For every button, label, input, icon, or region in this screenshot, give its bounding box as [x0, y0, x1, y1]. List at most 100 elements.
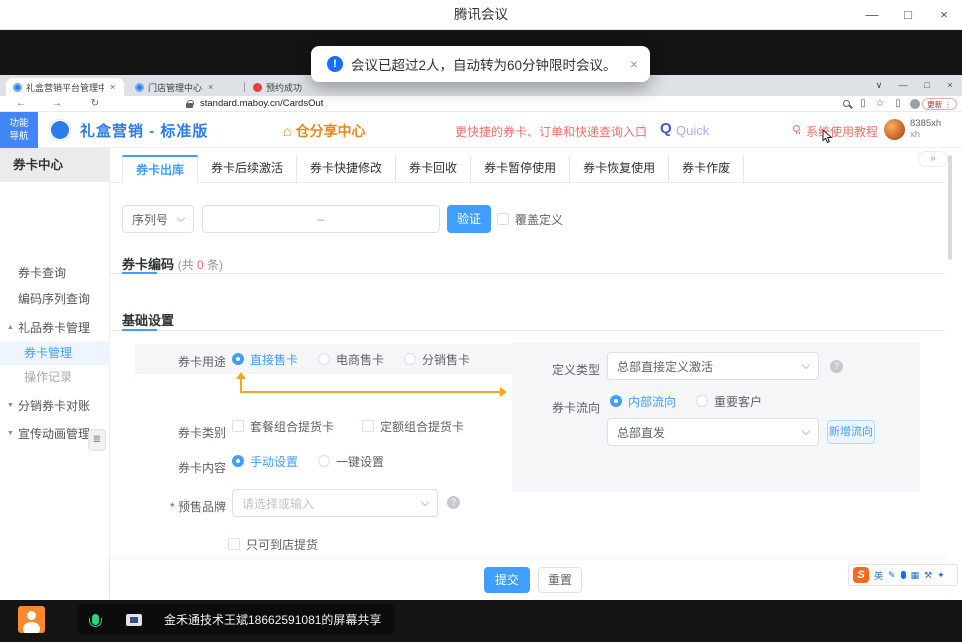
tab-card-quick-edit[interactable]: 券卡快捷修改: [297, 155, 396, 183]
refresh-icon[interactable]: ↻: [88, 96, 102, 112]
tab-card-recycle[interactable]: 券卡回收: [396, 155, 471, 183]
radio-checked-icon[interactable]: [232, 455, 244, 467]
ime-mic-icon[interactable]: [901, 571, 906, 579]
submit-button[interactable]: 提交: [484, 567, 530, 593]
close-icon[interactable]: ×: [936, 7, 952, 22]
tab-card-outbound[interactable]: 券卡出库: [122, 155, 198, 183]
quick-search-label[interactable]: Quick: [676, 123, 709, 138]
radio-checked-icon[interactable]: [610, 395, 622, 407]
presale-brand-select[interactable]: 请选择或输入: [232, 489, 438, 517]
tabs-more-button[interactable]: »: [918, 151, 948, 167]
quick-entry-link[interactable]: 更快捷的券卡、订单和快递查询入口: [455, 123, 647, 140]
ime-toolbox-icon[interactable]: ⚒: [924, 570, 932, 581]
store-only-label[interactable]: 只可到店提货: [246, 536, 318, 553]
sidebar-item-operation-log[interactable]: 操作记录: [0, 365, 110, 389]
scrollbar-thumb[interactable]: [948, 155, 952, 260]
usage-option-label[interactable]: 直接售卡: [250, 351, 298, 368]
checkbox-icon[interactable]: [232, 420, 244, 432]
zoom-icon[interactable]: [843, 100, 850, 107]
minimize-icon[interactable]: —: [864, 7, 880, 22]
share-center-link[interactable]: ⌂ 仓分享中心: [283, 121, 365, 141]
add-flow-button[interactable]: 新增流向: [827, 420, 875, 444]
sidebar-item-label: 分销券卡对账: [18, 399, 90, 413]
ime-skin-icon[interactable]: ✦: [937, 570, 945, 581]
serial-type-select[interactable]: 序列号: [122, 205, 194, 233]
forward-icon[interactable]: →: [50, 96, 64, 112]
radio-icon[interactable]: [318, 353, 330, 365]
radio-checked-icon[interactable]: [232, 353, 244, 365]
browser-maximize-icon[interactable]: □: [918, 75, 936, 96]
category-option-label[interactable]: 套餐组合提货卡: [250, 418, 334, 435]
content-option-oneclick[interactable]: 一键设置: [318, 453, 384, 470]
url-field[interactable]: standard.maboy.cn/CardsOut: [200, 96, 323, 112]
content-option-label[interactable]: 一键设置: [336, 453, 384, 470]
flow-option-internal[interactable]: 内部流向: [610, 393, 676, 410]
maximize-icon[interactable]: □: [900, 7, 916, 22]
tab-search-chevron-icon[interactable]: ∨: [870, 75, 888, 96]
browser-tab-2[interactable]: 门店管理中心 ×: [128, 78, 242, 96]
usage-option-direct[interactable]: 直接售卡: [232, 351, 298, 368]
flow-option-label[interactable]: 内部流向: [628, 393, 676, 410]
sidebar-item-distribution-reconciliation[interactable]: ▼ 分销券卡对账: [0, 394, 110, 418]
flow-option-vip[interactable]: 重要客户: [696, 393, 762, 410]
tab-close-icon[interactable]: ×: [208, 82, 213, 92]
browser-tab-title: 礼盒营销平台管理中心: [26, 81, 104, 94]
usage-option-label[interactable]: 电商售卡: [336, 351, 384, 368]
tab-close-icon[interactable]: ×: [110, 82, 115, 92]
section-divider: [110, 273, 945, 274]
category-option-label[interactable]: 定额组合提货卡: [380, 418, 464, 435]
notification-close-icon[interactable]: ×: [630, 56, 638, 72]
sidebar-item-card-management[interactable]: 券卡管理: [0, 341, 110, 365]
user-avatar[interactable]: [884, 119, 905, 140]
define-type-select[interactable]: 总部直接定义激活: [607, 352, 819, 380]
radio-icon[interactable]: [404, 353, 416, 365]
sidebar-item-card-query[interactable]: 券卡查询: [0, 261, 110, 285]
content-option-manual[interactable]: 手动设置: [232, 453, 298, 470]
sogou-logo-icon[interactable]: S: [853, 567, 869, 583]
nav-toggle-button[interactable]: 功能 导航: [0, 112, 38, 148]
browser-minimize-icon[interactable]: —: [894, 75, 912, 96]
category-option-combo[interactable]: 套餐组合提货卡: [232, 418, 334, 435]
tab-card-suspend[interactable]: 券卡暂停使用: [471, 155, 570, 183]
usage-option-distribution[interactable]: 分销售卡: [404, 351, 470, 368]
checkbox-icon[interactable]: [362, 420, 374, 432]
flow-option-label[interactable]: 重要客户: [714, 393, 762, 410]
flow-select[interactable]: 总部直发: [607, 418, 819, 446]
tab-card-restore[interactable]: 券卡恢复使用: [570, 155, 669, 183]
ime-language-icon[interactable]: 英: [874, 569, 883, 582]
tutorial-link[interactable]: 系统使用教程: [806, 123, 878, 140]
usage-option-ecommerce[interactable]: 电商售卡: [318, 351, 384, 368]
presale-help-icon[interactable]: ?: [447, 496, 460, 509]
serial-range-input[interactable]: –: [202, 205, 440, 233]
more-vert-icon: ⋮: [944, 100, 952, 109]
verify-button[interactable]: 验证: [447, 205, 491, 233]
connector-horizontal-line: [240, 391, 502, 393]
usage-option-label[interactable]: 分销售卡: [422, 351, 470, 368]
radio-icon[interactable]: [318, 455, 330, 467]
sidebar-item-gift-card-management[interactable]: ▲ 礼品券卡管理: [0, 316, 110, 340]
browser-update-button[interactable]: 更新 ⋮: [922, 98, 957, 110]
store-only-checkbox[interactable]: [228, 538, 240, 550]
radio-icon[interactable]: [696, 395, 708, 407]
override-checkbox[interactable]: [497, 213, 509, 225]
category-option-fixed[interactable]: 定额组合提货卡: [362, 418, 464, 435]
quick-search-q[interactable]: Q: [660, 120, 672, 137]
browser-profile-icon[interactable]: [910, 99, 920, 109]
back-icon[interactable]: ←: [14, 96, 28, 112]
sidebar-collapse-handle[interactable]: ≣: [88, 429, 106, 451]
ime-pen-icon[interactable]: ✎: [888, 570, 896, 581]
reset-button[interactable]: 重置: [538, 567, 582, 593]
browser-close-icon[interactable]: ×: [941, 75, 959, 96]
share-icon[interactable]: ▯: [857, 96, 869, 112]
tab-card-void[interactable]: 券卡作废: [669, 155, 744, 183]
ime-keyboard-icon[interactable]: ▦: [911, 570, 920, 581]
sidebar-item-code-sequence-query[interactable]: 编码序列查询: [0, 287, 110, 311]
bookmark-star-icon[interactable]: ☆: [874, 96, 886, 112]
chevron-down-icon: [421, 497, 429, 505]
side-panel-icon[interactable]: ▯: [892, 96, 904, 112]
override-label[interactable]: 覆盖定义: [515, 211, 563, 228]
browser-tab-1[interactable]: 礼盒营销平台管理中心 ×: [6, 78, 124, 96]
content-option-label[interactable]: 手动设置: [250, 453, 298, 470]
define-help-icon[interactable]: ?: [830, 360, 843, 373]
tab-card-followup-activate[interactable]: 券卡后续激活: [198, 155, 297, 183]
